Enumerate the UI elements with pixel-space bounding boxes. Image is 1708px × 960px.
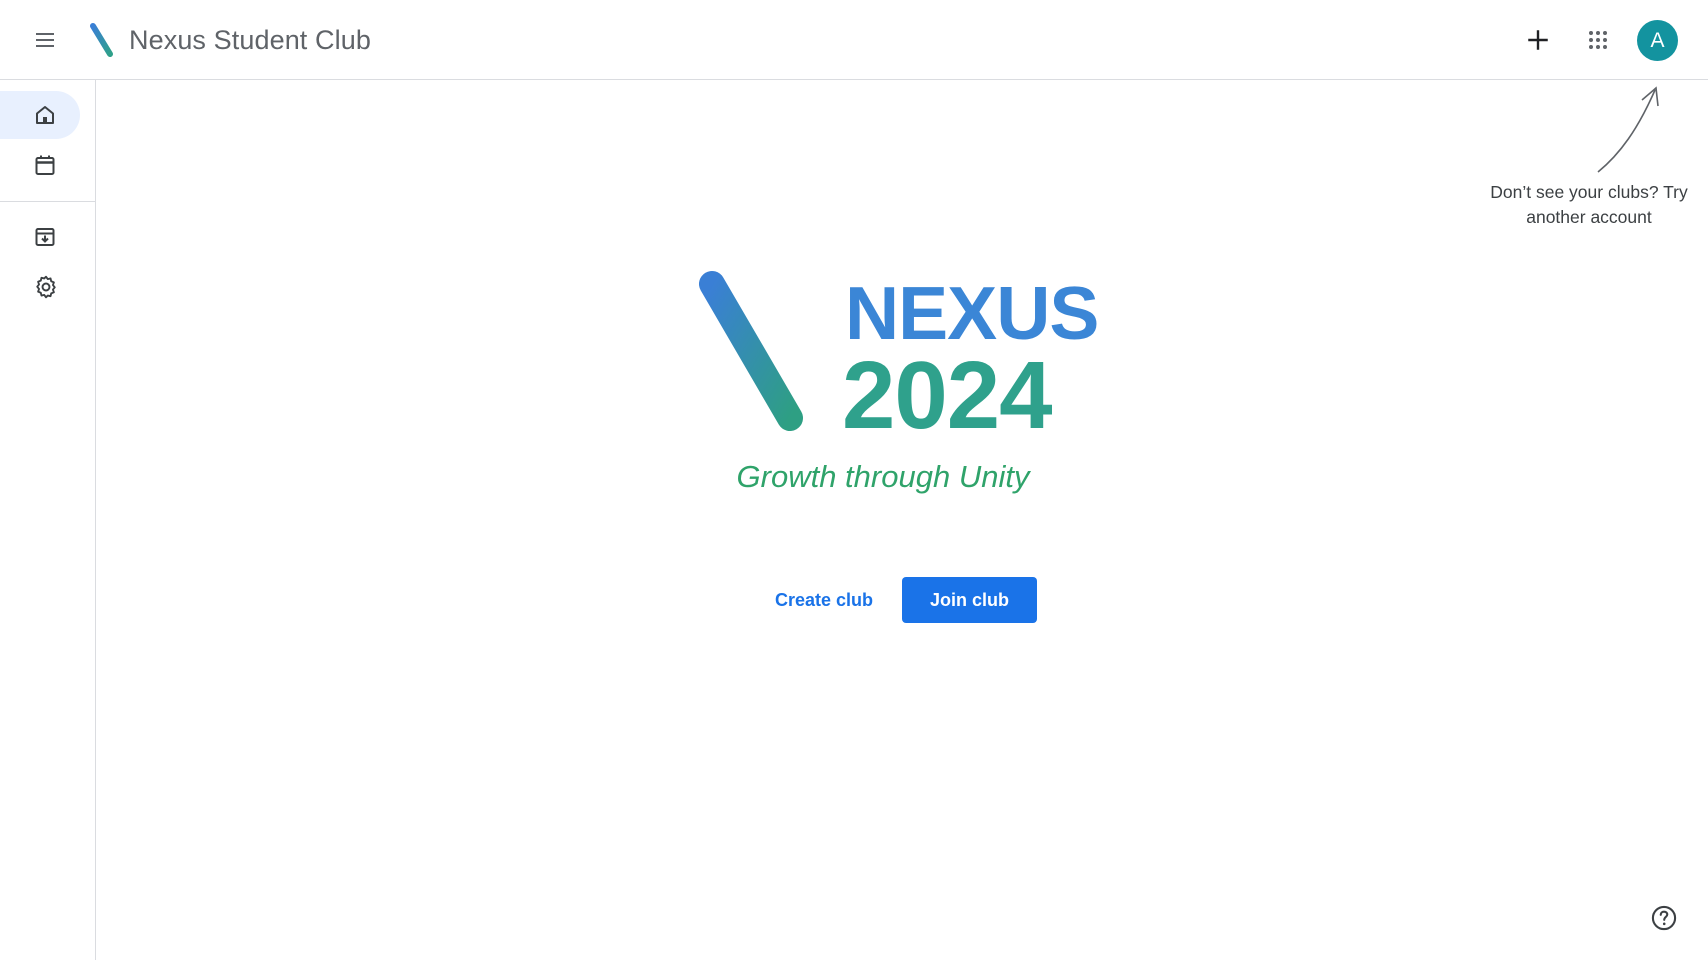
avatar-initial: A [1650,28,1665,52]
apps-button[interactable] [1576,18,1620,62]
help-button[interactable] [1644,898,1684,938]
archive-icon [35,228,55,246]
add-button[interactable] [1516,18,1560,62]
apps-grid-icon [1589,31,1607,49]
add-icon [1528,30,1548,50]
top-app-bar: Nexus Student Club A [0,0,1708,80]
nav-item-calendar[interactable] [0,141,80,189]
main-menu-button[interactable] [23,18,67,62]
nav-item-archived[interactable] [0,213,80,261]
nav-item-home[interactable] [0,91,80,139]
nav-divider [0,201,95,202]
create-club-button[interactable]: Create club [758,577,890,623]
menu-icon [36,33,54,47]
app-title[interactable]: Nexus Student Club [129,20,371,60]
account-avatar[interactable]: A [1637,20,1678,61]
nav-item-settings[interactable] [0,263,80,311]
switch-account-hint: Don’t see your clubs? Try another accoun… [1490,182,1688,227]
settings-icon [36,275,56,299]
nexus-logo-icon [90,23,115,57]
home-icon [36,106,54,124]
help-icon [1651,905,1677,931]
join-club-button[interactable]: Join club [902,577,1037,623]
side-navigation [0,80,96,960]
hero-year: 2024 [842,342,1053,449]
nexus-2024-logo-icon [699,271,813,431]
calendar-icon [35,155,55,175]
hint-arrow-icon [1597,86,1659,173]
hero-tagline: Growth through Unity [736,459,1030,494]
